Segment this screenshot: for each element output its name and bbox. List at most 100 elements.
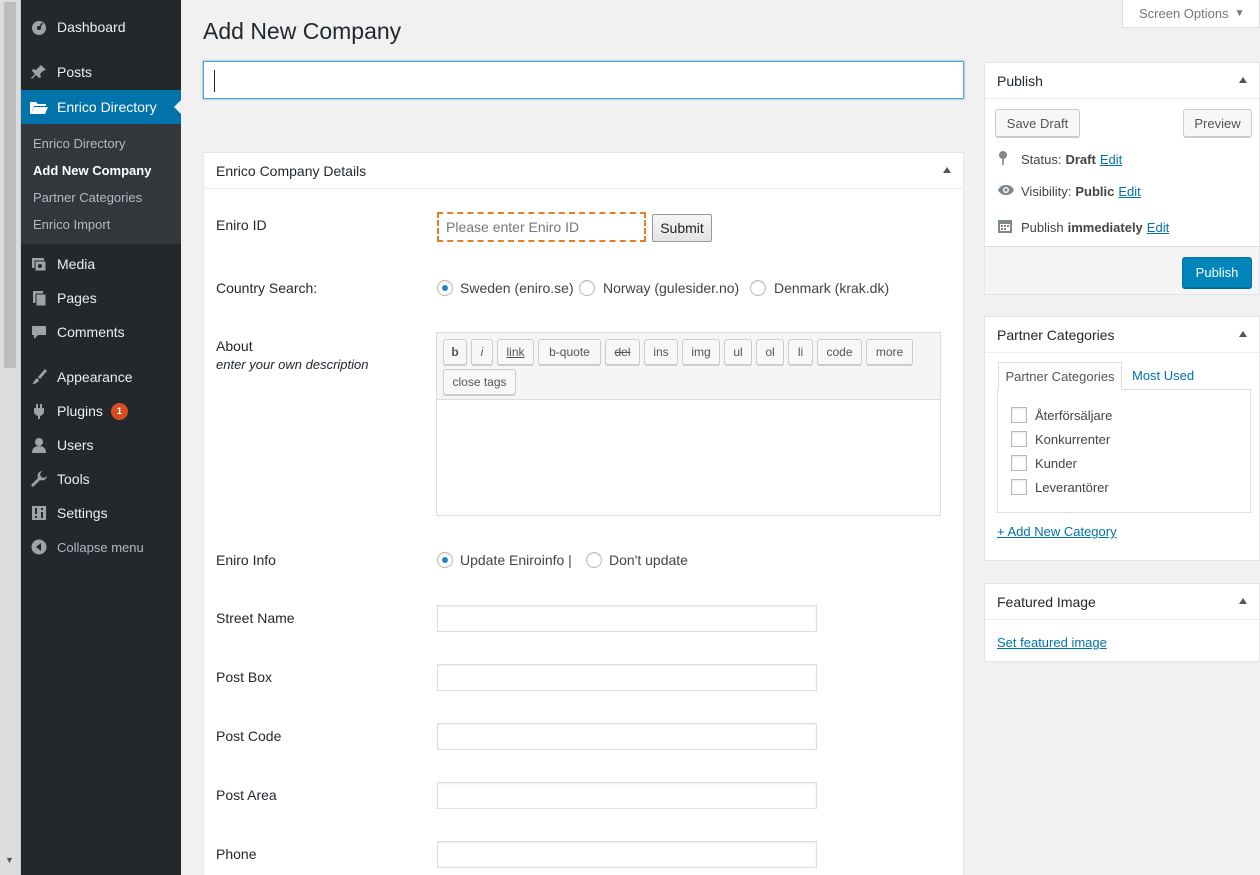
quicktag-more-button[interactable]: more: [866, 339, 913, 365]
pin-icon: [21, 63, 57, 81]
collapse-toggle-icon[interactable]: [943, 167, 951, 173]
about-textarea[interactable]: [437, 400, 940, 515]
add-new-category-link[interactable]: + Add New Category: [997, 524, 1117, 539]
tab-partner-categories[interactable]: Partner Categories: [998, 362, 1122, 390]
quicktag-ins-button[interactable]: ins: [644, 339, 678, 365]
quicktag-bquote-button[interactable]: b-quote: [538, 339, 601, 365]
quicktag-link-button[interactable]: link: [497, 339, 534, 365]
title-input[interactable]: [203, 61, 964, 99]
category-item[interactable]: Konkurrenter: [1011, 431, 1110, 447]
phone-input[interactable]: [437, 841, 817, 868]
about-label: About: [216, 338, 253, 354]
set-featured-image-link[interactable]: Set featured image: [997, 635, 1107, 650]
about-editor: b i link b-quote del ins img ul ol li co…: [436, 332, 941, 516]
submenu-item-partner-categories[interactable]: Partner Categories: [33, 190, 142, 205]
post-area-label: Post Area: [216, 787, 277, 803]
radio-dont-update[interactable]: [586, 552, 602, 568]
radio-label-denmark: Denmark (krak.dk): [774, 280, 890, 296]
category-label: Leverantörer: [1035, 479, 1109, 495]
radio-label-sweden: Sweden (eniro.se): [460, 280, 574, 296]
category-checkbox[interactable]: [1011, 431, 1027, 447]
quicktags-toolbar: b i link b-quote del ins img ul ol li co…: [437, 333, 940, 400]
featured-image-box: Featured Image Set featured image: [984, 583, 1260, 662]
submenu-item-enrico-directory[interactable]: Enrico Directory: [33, 136, 125, 151]
publish-button[interactable]: Publish: [1182, 257, 1252, 288]
screen-options-button[interactable]: Screen Options ▼: [1122, 0, 1260, 28]
category-checkbox[interactable]: [1011, 479, 1027, 495]
post-code-input[interactable]: [437, 723, 817, 750]
publish-time-edit-link[interactable]: Edit: [1147, 220, 1169, 235]
tab-most-used[interactable]: Most Used: [1132, 368, 1194, 383]
menu-label: Dashboard: [57, 19, 126, 35]
quicktag-italic-button[interactable]: i: [471, 339, 493, 365]
menu-item-users[interactable]: Users: [21, 428, 181, 462]
quicktag-li-button[interactable]: li: [788, 339, 813, 365]
menu-label: Media: [57, 256, 96, 272]
quicktag-del-button[interactable]: del: [605, 339, 640, 365]
pin-icon: [997, 150, 1021, 169]
scroll-down-arrow-icon[interactable]: ▼: [5, 855, 14, 865]
eniro-id-label: Eniro ID: [216, 217, 267, 233]
browser-scrollbar[interactable]: ▼: [0, 0, 21, 875]
category-item[interactable]: Kunder: [1011, 455, 1077, 471]
post-area-input[interactable]: [437, 782, 817, 809]
quicktag-bold-button[interactable]: b: [443, 339, 467, 365]
menu-item-tools[interactable]: Tools: [21, 462, 181, 496]
radio-norway[interactable]: [579, 280, 595, 296]
category-label: Konkurrenter: [1035, 431, 1111, 447]
menu-label: Posts: [57, 64, 93, 80]
text-cursor: [214, 70, 215, 92]
company-details-box: Enrico Company Details Eniro ID Please e…: [203, 152, 964, 875]
visibility-value: Public: [1075, 184, 1115, 199]
category-checkbox[interactable]: [1011, 455, 1027, 471]
wrench-icon: [21, 470, 57, 488]
submit-button[interactable]: Submit: [652, 214, 712, 242]
submenu-item-enrico-import[interactable]: Enrico Import: [33, 217, 110, 232]
radio-denmark[interactable]: [750, 280, 766, 296]
category-item[interactable]: Återförsäljare: [1011, 407, 1112, 423]
details-header[interactable]: Enrico Company Details: [204, 153, 963, 189]
category-item[interactable]: Leverantörer: [1011, 479, 1109, 495]
quicktag-img-button[interactable]: img: [682, 339, 720, 365]
menu-item-enrico-directory[interactable]: Enrico Directory: [21, 90, 182, 124]
folder-open-icon: [21, 98, 57, 116]
publish-actions: Publish: [985, 246, 1259, 294]
menu-item-media[interactable]: Media: [21, 247, 181, 281]
collapse-toggle-icon[interactable]: [1239, 598, 1247, 604]
menu-item-posts[interactable]: Posts: [21, 55, 181, 89]
scrollbar-thumb[interactable]: [4, 2, 16, 368]
status-edit-link[interactable]: Edit: [1100, 152, 1122, 167]
quicktag-close-tags-button[interactable]: close tags: [443, 369, 516, 395]
quicktag-ol-button[interactable]: ol: [756, 339, 784, 365]
collapse-toggle-icon[interactable]: [1239, 77, 1247, 83]
save-draft-button[interactable]: Save Draft: [995, 109, 1080, 137]
menu-item-comments[interactable]: Comments: [21, 315, 181, 349]
menu-item-appearance[interactable]: Appearance: [21, 360, 181, 394]
post-box-input[interactable]: [437, 664, 817, 691]
status-label: Status:: [1021, 152, 1062, 167]
menu-item-pages[interactable]: Pages: [21, 281, 181, 315]
radio-update-eniroinfo[interactable]: [437, 552, 453, 568]
radio-sweden[interactable]: [437, 280, 453, 296]
quicktag-code-button[interactable]: code: [817, 339, 862, 365]
quicktag-ul-button[interactable]: ul: [724, 339, 752, 365]
page-title: Add New Company: [203, 18, 402, 44]
partner-header[interactable]: Partner Categories: [985, 317, 1259, 353]
menu-item-settings[interactable]: Settings: [21, 496, 181, 530]
menu-item-plugins[interactable]: Plugins 1: [21, 394, 181, 428]
collapse-toggle-icon[interactable]: [1239, 331, 1247, 337]
collapse-menu-button[interactable]: Collapse menu: [21, 530, 181, 564]
submenu-item-add-new-company[interactable]: Add New Company: [33, 163, 151, 178]
eniro-id-input[interactable]: Please enter Eniro ID: [437, 212, 646, 242]
caret-down-icon: ▼: [1234, 8, 1245, 19]
visibility-edit-link[interactable]: Edit: [1118, 184, 1140, 199]
media-icon: [21, 255, 57, 273]
preview-button[interactable]: Preview: [1183, 109, 1252, 137]
menu-item-dashboard[interactable]: Dashboard: [21, 10, 181, 44]
settings-sliders-icon: [21, 504, 57, 522]
publish-header[interactable]: Publish: [985, 63, 1259, 99]
category-checkbox[interactable]: [1011, 407, 1027, 423]
partner-categories-box: Partner Categories Partner Categories Mo…: [984, 316, 1260, 561]
featured-header[interactable]: Featured Image: [985, 584, 1259, 620]
street-name-input[interactable]: [437, 605, 817, 632]
